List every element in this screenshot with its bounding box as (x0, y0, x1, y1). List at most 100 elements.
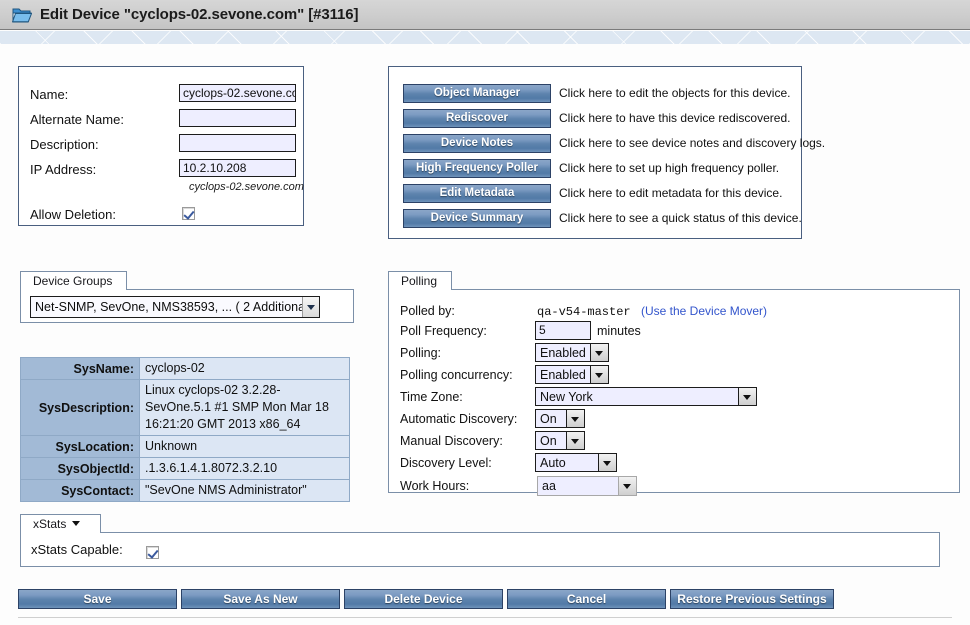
save-as-new-button[interactable]: Save As New (181, 589, 340, 609)
system-info-table: SysName: cyclops-02 SysDescription: Linu… (20, 357, 350, 502)
cancel-button[interactable]: Cancel (507, 589, 666, 609)
work-hours-select[interactable]: aa (537, 476, 637, 496)
device-groups-body: Net-SNMP, SevOne, NMS38593, ... ( 2 Addi… (20, 289, 354, 323)
checkbox-box (146, 546, 159, 559)
table-row: SysObjectId: .1.3.6.1.4.1.8072.3.2.10 (20, 457, 350, 480)
poll-frequency-input[interactable]: 5 (535, 321, 591, 340)
chevron-down-icon (590, 366, 608, 383)
resolved-hostname-note: cyclops-02.sevone.com (189, 181, 304, 193)
high-frequency-poller-button[interactable]: High Frequency Poller (403, 159, 551, 178)
sysdescription-label: SysDescription: (20, 379, 140, 436)
device-summary-hint: Click here to see a quick status of this… (559, 211, 802, 225)
object-manager-hint: Click here to edit the objects for this … (559, 86, 791, 100)
device-notes-hint: Click here to see device notes and disco… (559, 136, 826, 150)
polled-by-value: qa-v54-master (537, 305, 631, 319)
object-manager-button[interactable]: Object Manager (403, 84, 551, 103)
decorative-hatch-band (0, 31, 970, 44)
poll-frequency-units: minutes (597, 324, 641, 338)
sysname-value: cyclops-02 (139, 357, 350, 380)
edit-device-page: Edit Device "cyclops-02.sevone.com" [#31… (0, 0, 970, 625)
ip-address-label: IP Address: (30, 162, 97, 177)
description-label: Description: (30, 137, 99, 152)
syscontact-label: SysContact: (20, 479, 140, 502)
manual-discovery-select[interactable]: On (535, 431, 585, 450)
ip-address-input[interactable]: 10.2.10.208 (179, 159, 296, 177)
manual-discovery-label: Manual Discovery: (400, 434, 503, 448)
device-identity-panel: Name: Alternate Name: Description: IP Ad… (18, 66, 304, 226)
chevron-down-icon (590, 344, 608, 361)
discovery-level-select[interactable]: Auto (535, 453, 617, 472)
edit-metadata-hint: Click here to edit metadata for this dev… (559, 186, 783, 200)
chevron-down-icon (618, 477, 636, 495)
automatic-discovery-select[interactable]: On (535, 409, 585, 428)
syscontact-value: "SevOne NMS Administrator" (139, 479, 350, 502)
time-zone-select[interactable]: New York (535, 387, 757, 406)
chevron-down-icon (566, 432, 584, 449)
window-title-bar: Edit Device "cyclops-02.sevone.com" [#31… (0, 0, 970, 30)
polling-concurrency-select[interactable]: Enabled (535, 365, 609, 384)
checkbox-box (182, 207, 195, 220)
sysobjectid-label: SysObjectId: (20, 457, 140, 480)
allow-deletion-checkbox[interactable] (182, 205, 195, 223)
automatic-discovery-label: Automatic Discovery: (400, 412, 518, 426)
save-button[interactable]: Save (18, 589, 177, 609)
name-input[interactable]: cyclops-02.sevone.com (179, 84, 296, 102)
xstats-capable-checkbox[interactable] (146, 544, 159, 562)
polling-body: Polled by: qa-v54-master (Use the Device… (388, 289, 960, 496)
work-hours-selected-value: aa (542, 479, 556, 493)
polling-label: Polling: (400, 346, 441, 360)
alternate-name-label: Alternate Name: (30, 112, 124, 127)
rediscover-hint: Click here to have this device rediscove… (559, 111, 791, 125)
polling-select[interactable]: Enabled (535, 343, 609, 362)
rediscover-button[interactable]: Rediscover (403, 109, 551, 128)
xstats-section: xStats xStats Capable: (20, 514, 940, 567)
tab-device-groups[interactable]: Device Groups (20, 271, 128, 290)
chevron-down-icon (72, 521, 81, 526)
table-row: SysContact: "SevOne NMS Administrator" (20, 479, 350, 502)
polling-section: Polling Polled by: qa-v54-master (Use th… (388, 271, 960, 496)
delete-device-button[interactable]: Delete Device (344, 589, 503, 609)
name-label: Name: (30, 87, 69, 102)
chevron-down-icon (302, 297, 319, 317)
chevron-down-icon (566, 410, 584, 427)
syslocation-value: Unknown (139, 435, 350, 458)
tab-xstats[interactable]: xStats (20, 514, 102, 533)
device-groups-section: Device Groups Net-SNMP, SevOne, NMS38593… (20, 271, 354, 323)
allow-deletion-label: Allow Deletion: (30, 207, 116, 222)
time-zone-label: Time Zone: (400, 390, 463, 404)
alternate-name-input[interactable] (179, 109, 296, 127)
tab-polling[interactable]: Polling (388, 271, 453, 290)
device-groups-selected-value: Net-SNMP, SevOne, NMS38593, ... ( 2 Addi… (35, 300, 302, 314)
automatic-discovery-selected-value: On (540, 411, 557, 426)
window-title: Edit Device "cyclops-02.sevone.com" [#31… (40, 6, 359, 23)
chevron-down-icon (738, 388, 756, 405)
xstats-capable-label: xStats Capable: (31, 542, 123, 557)
device-notes-button[interactable]: Device Notes (403, 134, 551, 153)
table-row: SysName: cyclops-02 (20, 357, 350, 380)
poll-frequency-label: Poll Frequency: (400, 324, 487, 338)
description-input[interactable] (179, 134, 296, 152)
restore-previous-settings-button[interactable]: Restore Previous Settings (670, 589, 834, 609)
tab-xstats-label: xStats (33, 517, 67, 531)
high-frequency-poller-hint: Click here to set up high frequency poll… (559, 161, 780, 175)
time-zone-selected-value: New York (540, 389, 593, 404)
chevron-down-icon (598, 454, 616, 471)
device-groups-select[interactable]: Net-SNMP, SevOne, NMS38593, ... ( 2 Addi… (30, 296, 320, 318)
device-summary-button[interactable]: Device Summary (403, 209, 551, 228)
folder-icon (11, 6, 33, 23)
device-mover-link[interactable]: (Use the Device Mover) (641, 304, 767, 318)
edit-metadata-button[interactable]: Edit Metadata (403, 184, 551, 203)
discovery-level-selected-value: Auto (540, 455, 566, 470)
table-row: SysDescription: Linux cyclops-02 3.2.28-… (20, 379, 350, 436)
polling-selected-value: Enabled (540, 345, 586, 360)
discovery-level-label: Discovery Level: (400, 456, 492, 470)
sysdescription-value: Linux cyclops-02 3.2.28-SevOne.5.1 #1 SM… (139, 379, 350, 436)
sysname-label: SysName: (20, 357, 140, 380)
polling-concurrency-selected-value: Enabled (540, 367, 586, 382)
manual-discovery-selected-value: On (540, 433, 557, 448)
footer-divider (18, 617, 952, 618)
polled-by-label: Polled by: (400, 304, 455, 318)
syslocation-label: SysLocation: (20, 435, 140, 458)
polling-concurrency-label: Polling concurrency: (400, 368, 513, 382)
work-hours-label: Work Hours: (400, 479, 470, 493)
